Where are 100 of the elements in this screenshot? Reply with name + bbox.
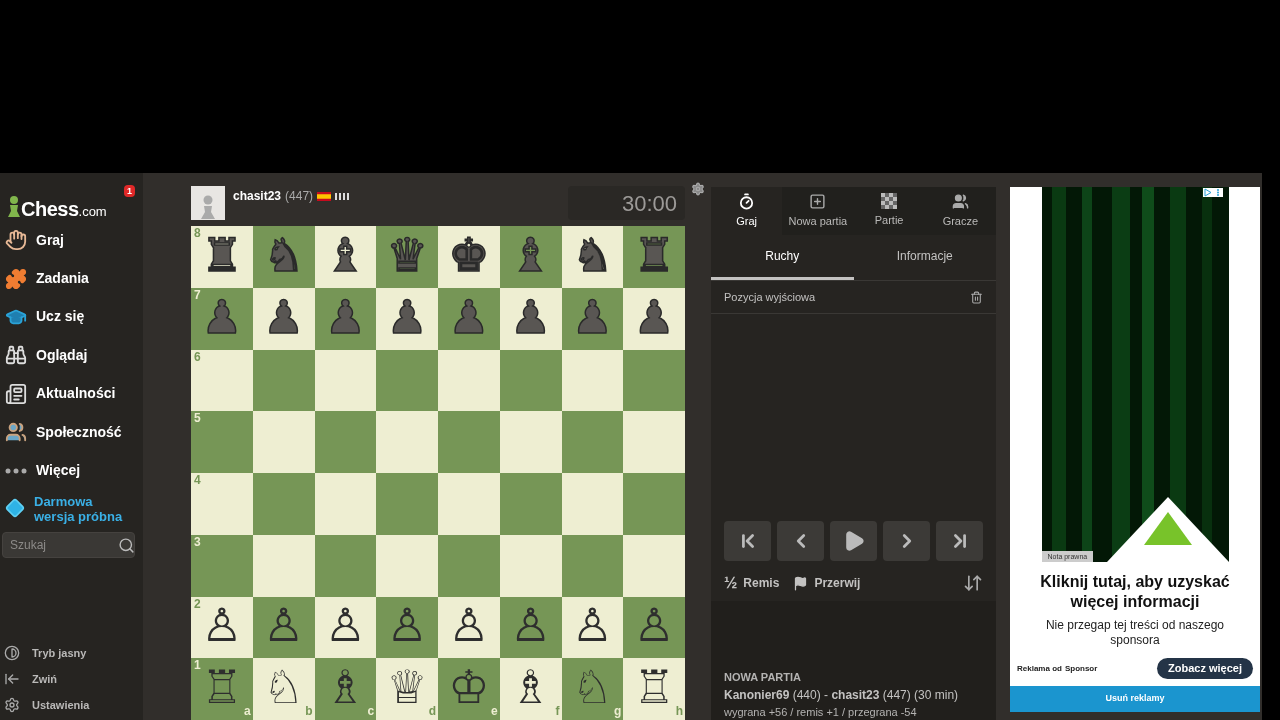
board-square[interactable] [561,411,624,473]
settings-icon [4,697,20,713]
chess-piece[interactable]: ♙ [448,602,490,649]
board-square[interactable] [314,349,377,412]
chess-piece[interactable]: ♙ [324,602,366,649]
sidebar-item[interactable]: Graj [0,221,143,260]
see-more-button[interactable]: Zobacz więcej [1157,658,1253,679]
settings-icon[interactable] [691,182,705,196]
chess-piece[interactable]: ♟ [263,293,305,340]
first-move-button[interactable] [724,521,771,561]
chess-piece[interactable]: ♘ [571,664,613,711]
trash-icon[interactable] [970,290,983,304]
board-square[interactable]: ♞ [561,226,624,288]
rank-label: 8 [194,227,201,239]
chess-piece[interactable]: ♙ [633,602,675,649]
file-label: b [305,705,313,717]
chess-piece[interactable]: ♟ [633,293,675,340]
board-square[interactable]: ♝ [314,226,377,288]
subtab[interactable]: Ruchy [711,235,854,280]
start-position-label: Pozycja wyjściowa [724,289,816,305]
search-field[interactable]: Szukaj [2,531,135,558]
board-square[interactable]: ♟ [252,287,315,350]
chess-piece[interactable]: ♝ [324,231,366,278]
chess-piece[interactable]: ♜ [201,231,243,278]
notification-badge: 1 [124,185,135,197]
panel-tab[interactable]: Gracze [924,187,996,235]
game-stakes: wygrana +56 / remis +1 / przegrana -54 [724,704,918,720]
board-square[interactable]: ♙ [314,596,377,659]
chess-piece[interactable]: ♙ [201,602,243,649]
previous-move-button[interactable] [777,521,824,561]
sidebar-item[interactable]: Zadania [0,259,143,298]
board-square[interactable]: ♙ [561,596,624,659]
last-move-button[interactable] [936,521,983,561]
sidebar-item[interactable]: Tryb jasny [0,640,143,666]
chess-piece[interactable]: ♔ [448,664,490,711]
board-square[interactable] [623,349,685,412]
board-square[interactable] [314,534,377,597]
board-square[interactable] [561,349,624,412]
board-square[interactable] [314,411,377,473]
panel-tab[interactable]: Partie [853,187,925,235]
chess-piece[interactable]: ♙ [386,602,428,649]
contrast-icon [4,645,20,661]
panel-tab[interactable]: Nowa partia [782,187,854,235]
chess-piece[interactable]: ♙ [571,602,613,649]
chess-piece[interactable]: ♖ [633,664,675,711]
board-square[interactable]: ♟ [623,287,685,350]
sidebar-item[interactable]: Aktualności [0,374,143,413]
ad-headline[interactable]: Kliknij tutaj, aby uzyskać więcej informacji [1010,572,1260,612]
board-square[interactable]: ♙ [438,596,500,659]
chess-piece[interactable]: ♙ [510,602,552,649]
binoculars-icon [5,344,27,367]
board-square[interactable]: ♟ [499,287,562,350]
file-label: d [428,705,436,717]
resign-button[interactable]: Przerwij [814,574,861,592]
board-square[interactable]: ♙ [376,596,438,659]
sidebar-item[interactable]: Więcej [0,451,143,490]
rank-label: 5 [194,412,201,425]
chess-piece[interactable]: ♖ [201,664,243,711]
flip-board-icon[interactable] [963,573,983,593]
board-square[interactable]: ♙ [623,596,685,659]
sidebar-item[interactable]: Oglądaj [0,336,143,375]
logo-suffix: .com [78,205,107,218]
chess-piece[interactable]: ♗ [510,664,552,711]
sidebar-item[interactable]: Ucz się [0,297,143,337]
chess-piece[interactable]: ♚ [448,231,490,278]
ad-choices-icon[interactable] [1202,188,1223,197]
board-square[interactable] [561,534,624,597]
chess-piece[interactable]: ♞ [571,231,613,278]
chess-piece[interactable]: ♟ [510,293,552,340]
board-square[interactable]: ♙ [252,596,315,659]
board-square[interactable]: ♙ [499,596,562,659]
sidebar-item[interactable]: Ustawienia [0,692,143,718]
file-label: f [555,705,560,717]
board-square[interactable] [499,349,562,412]
sponsor-name: Sponsor [1064,662,1098,675]
board-square[interactable] [376,349,438,412]
board-square[interactable] [561,473,624,535]
next-move-button[interactable] [883,521,930,561]
board-square[interactable] [252,349,315,412]
draw-button[interactable]: Remis [743,574,780,592]
board-square[interactable] [252,534,315,597]
sidebar-item[interactable]: Społeczność [0,412,143,452]
more-dots-icon [5,467,27,474]
subtab[interactable]: Informacje [853,235,996,280]
file-label: g [613,705,622,717]
board-square[interactable] [499,534,562,597]
board-square[interactable]: ♚ [438,226,500,288]
chess-piece[interactable]: ♕ [386,664,428,711]
chess-piece[interactable]: ♟ [386,293,428,340]
remove-ads-button[interactable]: Usuń reklamy [1010,686,1260,712]
trial-link[interactable]: Darmowa wersja próbna [0,493,143,524]
sidebar-item[interactable]: Zwiń [0,666,143,692]
chess-piece[interactable]: ♘ [263,664,305,711]
board-square[interactable] [438,349,500,412]
chess-piece[interactable]: ♙ [263,602,305,649]
board-square[interactable]: ♟ [376,287,438,350]
board-square[interactable] [314,473,377,535]
search-icon[interactable] [118,536,135,554]
play-button[interactable] [830,521,877,561]
chess-piece[interactable]: ♗ [324,664,366,711]
